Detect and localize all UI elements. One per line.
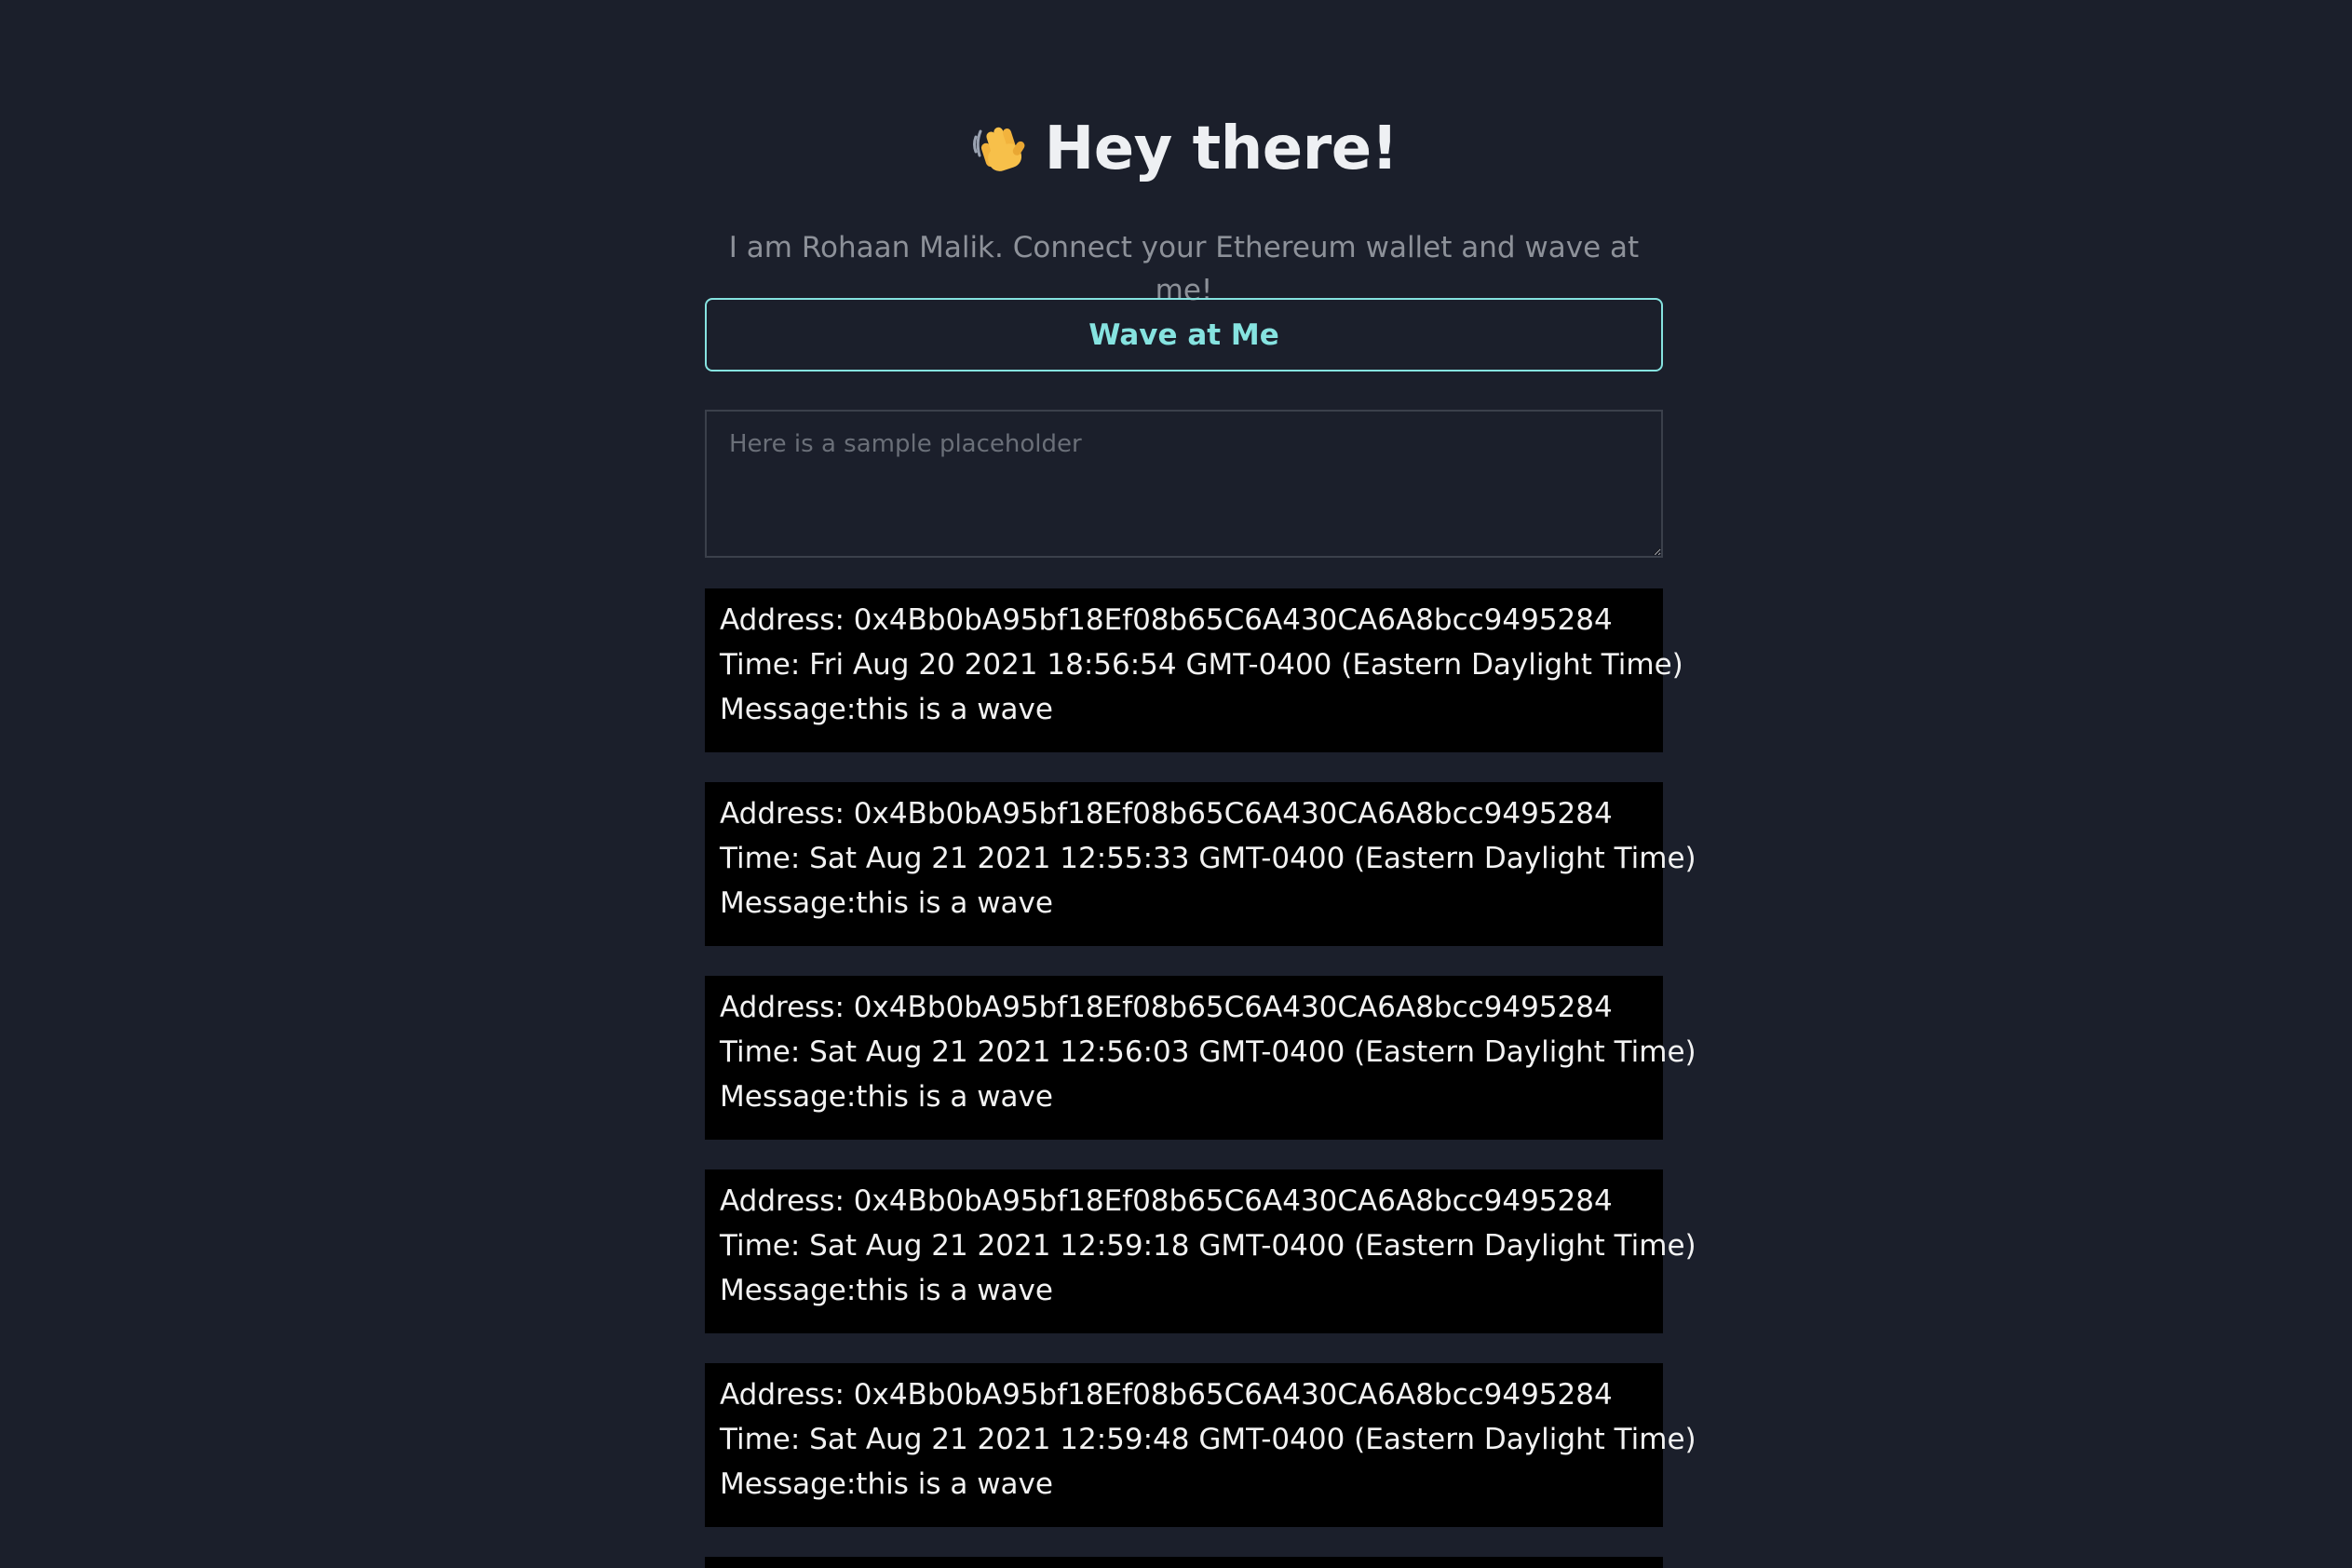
- wave-address: Address: 0x4Bb0bA95bf18Ef08b65C6A430CA6A…: [720, 991, 1613, 1024]
- wave-time: Time: Fri Aug 20 2021 18:56:54 GMT-0400 …: [720, 648, 1683, 682]
- message-input[interactable]: [705, 410, 1663, 558]
- wave-time: Time: Sat Aug 21 2021 12:59:18 GMT-0400 …: [720, 1229, 1696, 1263]
- wave-at-me-button[interactable]: Wave at Me: [705, 298, 1663, 372]
- waving-hand-icon: [970, 118, 1032, 180]
- wave-card: Address: 0x4Bb0bA95bf18Ef08b65C6A430CA6A…: [705, 782, 1696, 946]
- wave-card: Address: 0x4Bb0bA95bf18Ef08b65C6A430CA6A…: [705, 1363, 1696, 1527]
- wave-card-partial: [705, 1557, 1663, 1568]
- wave-message: Message:this is a wave: [720, 1274, 1053, 1307]
- wave-message: Message:this is a wave: [720, 1467, 1053, 1501]
- header: Hey there!: [705, 112, 1663, 186]
- wave-message: Message:this is a wave: [720, 693, 1053, 726]
- wave-time: Time: Sat Aug 21 2021 12:59:48 GMT-0400 …: [720, 1423, 1696, 1456]
- wave-card: Address: 0x4Bb0bA95bf18Ef08b65C6A430CA6A…: [705, 1169, 1696, 1333]
- page-title: Hey there!: [1044, 115, 1399, 183]
- wave-time: Time: Sat Aug 21 2021 12:56:03 GMT-0400 …: [720, 1035, 1696, 1069]
- wave-time: Time: Sat Aug 21 2021 12:55:33 GMT-0400 …: [720, 842, 1696, 875]
- wave-address: Address: 0x4Bb0bA95bf18Ef08b65C6A430CA6A…: [720, 1378, 1613, 1412]
- wave-address: Address: 0x4Bb0bA95bf18Ef08b65C6A430CA6A…: [720, 1184, 1613, 1218]
- wave-card: Address: 0x4Bb0bA95bf18Ef08b65C6A430CA6A…: [705, 976, 1696, 1140]
- wave-address: Address: 0x4Bb0bA95bf18Ef08b65C6A430CA6A…: [720, 603, 1613, 637]
- wave-address: Address: 0x4Bb0bA95bf18Ef08b65C6A430CA6A…: [720, 797, 1613, 831]
- wave-card: Address: 0x4Bb0bA95bf18Ef08b65C6A430CA6A…: [705, 588, 1683, 752]
- wave-message: Message:this is a wave: [720, 1080, 1053, 1114]
- wave-message: Message:this is a wave: [720, 886, 1053, 920]
